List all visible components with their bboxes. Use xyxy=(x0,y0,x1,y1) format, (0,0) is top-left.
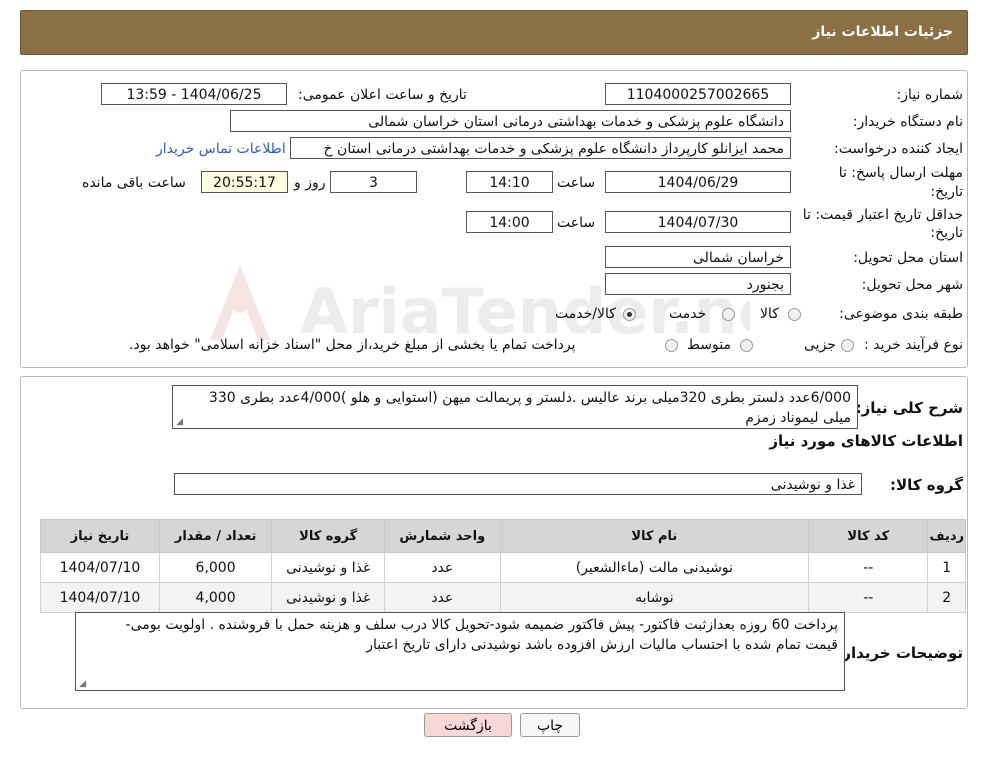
cell-row-number: 1 xyxy=(927,552,966,583)
cell-need-date: 1404/07/10 xyxy=(40,582,160,613)
col-item-code: کد کالا xyxy=(808,519,929,553)
resize-grip-icon[interactable]: ◢ xyxy=(175,418,183,427)
page-header: جزئیات اطلاعات نیاز xyxy=(20,10,968,55)
time-remaining-label: ساعت باقی مانده xyxy=(82,175,186,191)
category-goods-label: کالا xyxy=(760,306,779,322)
validity-time-label: ساعت xyxy=(557,215,596,231)
need-number-label: شماره نیاز: xyxy=(896,87,964,103)
creator-label: ایجاد کننده درخواست: xyxy=(834,141,963,157)
cell-item-name: نوشابه xyxy=(499,582,810,613)
process-minor-label: جزیی xyxy=(804,337,836,353)
buyer-org-field[interactable]: دانشگاه علوم پزشکی و خدمات بهداشتی درمان… xyxy=(230,110,791,132)
cell-item-code: -- xyxy=(808,552,929,583)
resize-grip-icon[interactable]: ◢ xyxy=(78,680,86,689)
process-type-label: نوع فرآیند خرید : xyxy=(864,337,963,353)
deadline-label-date: تاریخ: xyxy=(930,184,963,200)
buyer-notes-label: توضیحات خریدار: xyxy=(836,644,963,662)
announce-date-label: تاریخ و ساعت اعلان عمومی: xyxy=(298,87,467,103)
category-label: طبقه بندی موضوعی: xyxy=(839,306,963,322)
cell-unit: عدد xyxy=(383,552,501,583)
cell-need-date: 1404/07/10 xyxy=(40,552,160,583)
province-field[interactable]: خراسان شمالی xyxy=(605,246,791,268)
category-service-label: خدمت xyxy=(669,306,707,322)
deadline-label: مهلت ارسال پاسخ: تا xyxy=(838,165,963,181)
treasury-payment-note: پرداخت تمام یا بخشی از مبلغ خرید،از محل … xyxy=(129,337,576,353)
table-header-row: ردیف کد کالا نام کالا واحد شمارش گروه کا… xyxy=(40,519,966,553)
print-button[interactable]: چاپ xyxy=(520,713,580,737)
buyer-notes-textarea[interactable]: پرداخت 60 روزه بعدازثبت فاکتور- پیش فاکت… xyxy=(75,612,845,691)
creator-field[interactable]: محمد ایزانلو کارپرداز دانشگاه علوم پزشکی… xyxy=(290,137,791,159)
goods-group-field[interactable]: غذا و نوشیدنی xyxy=(174,473,862,495)
city-field[interactable]: بجنورد xyxy=(605,273,791,295)
col-unit: واحد شمارش xyxy=(383,519,501,553)
cell-quantity: 4,000 xyxy=(158,582,273,613)
province-label: استان محل تحویل: xyxy=(853,250,963,266)
deadline-time-field[interactable]: 14:10 xyxy=(466,171,553,193)
process-medium-label: متوسط xyxy=(687,337,731,353)
col-row-number: ردیف xyxy=(927,519,966,553)
category-goods-service-label: کالا/خدمت xyxy=(555,306,616,322)
buyer-notes-line-1: پرداخت 60 روزه بعدازثبت فاکتور- پیش فاکت… xyxy=(125,617,838,633)
cell-unit: عدد xyxy=(383,582,501,613)
cell-quantity: 6,000 xyxy=(158,552,273,583)
table-row: 2 -- نوشابه عدد غذا و نوشیدنی 4,000 1404… xyxy=(40,582,966,613)
col-group: گروه کالا xyxy=(271,519,385,553)
back-button[interactable]: بازگشت xyxy=(424,713,512,737)
buyer-contact-link[interactable]: اطلاعات تماس خریدار xyxy=(156,141,286,157)
validity-date-field[interactable]: 1404/07/30 xyxy=(605,211,791,233)
announce-date-field[interactable]: 1404/06/25 - 13:59 xyxy=(101,83,287,105)
validity-label-date: تاریخ: xyxy=(930,225,963,241)
deadline-date-field[interactable]: 1404/06/29 xyxy=(605,171,791,193)
category-goods-service-radio[interactable] xyxy=(623,308,636,321)
table-row: 1 -- نوشیدنی مالت (ماءالشعیر) عدد غذا و … xyxy=(40,552,966,583)
process-medium-radio[interactable] xyxy=(740,339,753,352)
summary-label: شرح کلی نیاز: xyxy=(855,399,963,417)
summary-line-2: میلی لیموناد زمزم xyxy=(745,410,851,426)
goods-group-label: گروه کالا: xyxy=(890,476,963,494)
validity-label: حداقل تاریخ اعتبار قیمت: تا xyxy=(802,207,963,223)
category-goods-radio[interactable] xyxy=(788,308,801,321)
col-quantity: تعداد / مقدار xyxy=(158,519,273,553)
cell-item-name: نوشیدنی مالت (ماءالشعیر) xyxy=(499,552,810,583)
items-section-title: اطلاعات کالاهای مورد نیاز xyxy=(769,432,963,450)
cell-group: غذا و نوشیدنی xyxy=(271,582,385,613)
items-table: ردیف کد کالا نام کالا واحد شمارش گروه کا… xyxy=(40,519,966,613)
col-need-date: تاریخ نیاز xyxy=(40,519,160,553)
days-label: روز و xyxy=(294,175,326,191)
process-minor-radio[interactable] xyxy=(841,339,854,352)
deadline-time-label: ساعت xyxy=(557,175,596,191)
cell-row-number: 2 xyxy=(927,582,966,613)
summary-textarea[interactable]: 6/000عدد دلستر بطری 320میلی برند عالیس .… xyxy=(172,385,858,429)
category-service-radio[interactable] xyxy=(722,308,735,321)
need-number-field[interactable]: 1104000257002665 xyxy=(605,83,791,105)
cell-group: غذا و نوشیدنی xyxy=(271,552,385,583)
days-remaining-field[interactable]: 3 xyxy=(330,171,417,193)
buyer-org-label: نام دستگاه خریدار: xyxy=(852,114,963,130)
cell-item-code: -- xyxy=(808,582,929,613)
col-item-name: نام کالا xyxy=(499,519,810,553)
buyer-notes-line-2: قیمت تمام شده با احتساب مالیات ارزش افزو… xyxy=(366,637,838,653)
city-label: شهر محل تحویل: xyxy=(861,277,963,293)
page-title: جزئیات اطلاعات نیاز xyxy=(812,24,953,40)
summary-line-1: 6/000عدد دلستر بطری 320میلی برند عالیس .… xyxy=(208,390,851,406)
validity-time-field[interactable]: 14:00 xyxy=(466,211,553,233)
treasury-payment-checkbox[interactable] xyxy=(665,339,678,352)
time-remaining-field[interactable]: 20:55:17 xyxy=(201,171,288,193)
